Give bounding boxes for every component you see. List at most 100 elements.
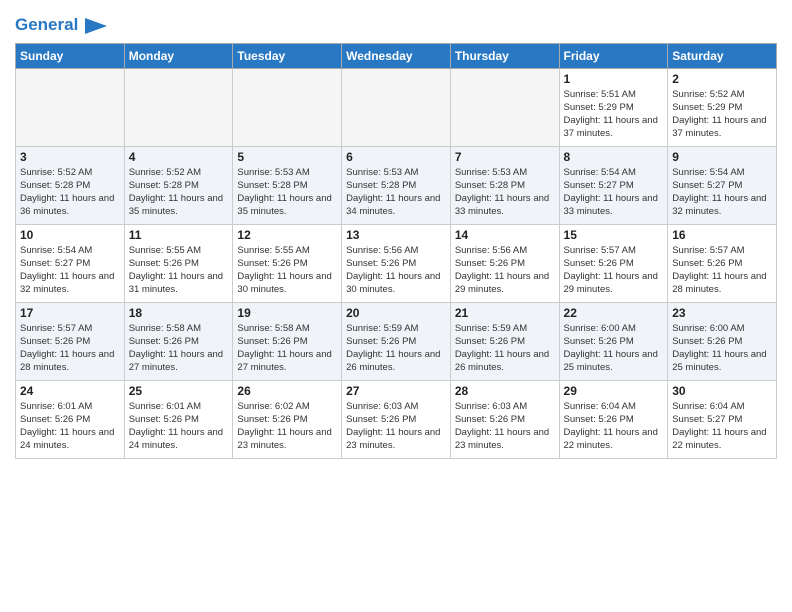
calendar-cell: 12 Sunrise: 5:55 AMSunset: 5:26 PMDayligh… <box>233 224 342 302</box>
day-info: Sunrise: 6:04 AMSunset: 5:27 PMDaylight:… <box>672 400 772 453</box>
day-info: Sunrise: 5:57 AMSunset: 5:26 PMDaylight:… <box>672 244 772 297</box>
day-number: 2 <box>672 72 772 86</box>
logo: General <box>15 15 107 35</box>
header-row: SundayMondayTuesdayWednesdayThursdayFrid… <box>16 43 777 68</box>
day-number: 15 <box>564 228 664 242</box>
day-info: Sunrise: 5:56 AMSunset: 5:26 PMDaylight:… <box>346 244 446 297</box>
calendar-cell: 26Sunrise: 6:02 AMSunset: 5:26 PMDayligh… <box>233 380 342 458</box>
day-info: Sunrise: 6:03 AMSunset: 5:26 PMDaylight:… <box>346 400 446 453</box>
day-info: Sunrise: 6:03 AMSunset: 5:26 PMDaylight:… <box>455 400 555 453</box>
calendar-cell: 8 Sunrise: 5:54 AMSunset: 5:27 PMDaylight… <box>559 146 668 224</box>
calendar-cell <box>124 68 233 146</box>
day-number: 29 <box>564 384 664 398</box>
calendar-cell: 21Sunrise: 5:59 AMSunset: 5:26 PMDayligh… <box>450 302 559 380</box>
day-info: Sunrise: 5:55 AMSunset: 5:26 PMDaylight:… <box>129 244 229 297</box>
day-number: 4 <box>129 150 229 164</box>
day-info: Sunrise: 6:00 AMSunset: 5:26 PMDaylight:… <box>672 322 772 375</box>
day-info: Sunrise: 5:57 AMSunset: 5:26 PMDaylight:… <box>564 244 664 297</box>
weekday-header-saturday: Saturday <box>668 43 777 68</box>
calendar-cell: 15 Sunrise: 5:57 AMSunset: 5:26 PMDayligh… <box>559 224 668 302</box>
day-number: 23 <box>672 306 772 320</box>
calendar-cell: 9 Sunrise: 5:54 AMSunset: 5:27 PMDaylight… <box>668 146 777 224</box>
day-number: 27 <box>346 384 446 398</box>
day-info: Sunrise: 5:59 AMSunset: 5:26 PMDaylight:… <box>346 322 446 375</box>
day-info: Sunrise: 5:54 AMSunset: 5:27 PMDaylight:… <box>672 166 772 219</box>
calendar-cell: 3 Sunrise: 5:52 AMSunset: 5:28 PMDaylight… <box>16 146 125 224</box>
week-row-5: 24 Sunrise: 6:01 AMSunset: 5:26 PMDayligh… <box>16 380 777 458</box>
day-number: 28 <box>455 384 555 398</box>
calendar-cell: 5Sunrise: 5:53 AMSunset: 5:28 PMDaylight… <box>233 146 342 224</box>
calendar-cell: 23 Sunrise: 6:00 AMSunset: 5:26 PMDayligh… <box>668 302 777 380</box>
day-number: 6 <box>346 150 446 164</box>
weekday-header-thursday: Thursday <box>450 43 559 68</box>
calendar-cell: 29 Sunrise: 6:04 AMSunset: 5:26 PMDayligh… <box>559 380 668 458</box>
calendar-cell: 17 Sunrise: 5:57 AMSunset: 5:26 PMDayligh… <box>16 302 125 380</box>
day-info: Sunrise: 5:53 AMSunset: 5:28 PMDaylight:… <box>455 166 555 219</box>
header: General <box>15 10 777 35</box>
week-row-4: 17 Sunrise: 5:57 AMSunset: 5:26 PMDayligh… <box>16 302 777 380</box>
day-info: Sunrise: 5:53 AMSunset: 5:28 PMDaylight:… <box>346 166 446 219</box>
calendar-cell: 10 Sunrise: 5:54 AMSunset: 5:27 PMDayligh… <box>16 224 125 302</box>
calendar-cell: 14 Sunrise: 5:56 AMSunset: 5:26 PMDayligh… <box>450 224 559 302</box>
calendar-cell: 27 Sunrise: 6:03 AMSunset: 5:26 PMDayligh… <box>342 380 451 458</box>
day-number: 18 <box>129 306 229 320</box>
day-info: Sunrise: 5:54 AMSunset: 5:27 PMDaylight:… <box>20 244 120 297</box>
day-info: Sunrise: 5:52 AMSunset: 5:29 PMDaylight:… <box>672 88 772 141</box>
calendar-cell: 2 Sunrise: 5:52 AMSunset: 5:29 PMDaylight… <box>668 68 777 146</box>
calendar-cell <box>342 68 451 146</box>
week-row-1: 1Sunrise: 5:51 AMSunset: 5:29 PMDaylight… <box>16 68 777 146</box>
calendar-cell: 1Sunrise: 5:51 AMSunset: 5:29 PMDaylight… <box>559 68 668 146</box>
week-row-2: 3 Sunrise: 5:52 AMSunset: 5:28 PMDaylight… <box>16 146 777 224</box>
day-info: Sunrise: 5:53 AMSunset: 5:28 PMDaylight:… <box>237 166 337 219</box>
calendar-cell: 25Sunrise: 6:01 AMSunset: 5:26 PMDayligh… <box>124 380 233 458</box>
calendar-cell: 28 Sunrise: 6:03 AMSunset: 5:26 PMDayligh… <box>450 380 559 458</box>
weekday-header-friday: Friday <box>559 43 668 68</box>
day-number: 7 <box>455 150 555 164</box>
day-number: 1 <box>564 72 664 86</box>
day-number: 13 <box>346 228 446 242</box>
weekday-header-tuesday: Tuesday <box>233 43 342 68</box>
day-info: Sunrise: 5:58 AMSunset: 5:26 PMDaylight:… <box>237 322 337 375</box>
day-info: Sunrise: 5:55 AMSunset: 5:26 PMDaylight:… <box>237 244 337 297</box>
day-number: 14 <box>455 228 555 242</box>
day-info: Sunrise: 5:56 AMSunset: 5:26 PMDaylight:… <box>455 244 555 297</box>
calendar-cell: 11 Sunrise: 5:55 AMSunset: 5:26 PMDayligh… <box>124 224 233 302</box>
day-info: Sunrise: 6:02 AMSunset: 5:26 PMDaylight:… <box>237 400 337 453</box>
day-number: 20 <box>346 306 446 320</box>
weekday-header-monday: Monday <box>124 43 233 68</box>
calendar-cell: 6 Sunrise: 5:53 AMSunset: 5:28 PMDaylight… <box>342 146 451 224</box>
day-number: 30 <box>672 384 772 398</box>
day-number: 9 <box>672 150 772 164</box>
day-number: 11 <box>129 228 229 242</box>
week-row-3: 10 Sunrise: 5:54 AMSunset: 5:27 PMDayligh… <box>16 224 777 302</box>
day-info: Sunrise: 5:52 AMSunset: 5:28 PMDaylight:… <box>20 166 120 219</box>
calendar-cell: 19Sunrise: 5:58 AMSunset: 5:26 PMDayligh… <box>233 302 342 380</box>
day-info: Sunrise: 6:00 AMSunset: 5:26 PMDaylight:… <box>564 322 664 375</box>
day-number: 12 <box>237 228 337 242</box>
day-number: 17 <box>20 306 120 320</box>
day-info: Sunrise: 5:52 AMSunset: 5:28 PMDaylight:… <box>129 166 229 219</box>
calendar-cell: 22 Sunrise: 6:00 AMSunset: 5:26 PMDayligh… <box>559 302 668 380</box>
logo-arrow-icon <box>85 18 107 34</box>
calendar-cell: 24 Sunrise: 6:01 AMSunset: 5:26 PMDayligh… <box>16 380 125 458</box>
weekday-header-wednesday: Wednesday <box>342 43 451 68</box>
day-info: Sunrise: 5:54 AMSunset: 5:27 PMDaylight:… <box>564 166 664 219</box>
calendar-cell: 16 Sunrise: 5:57 AMSunset: 5:26 PMDayligh… <box>668 224 777 302</box>
calendar-table: SundayMondayTuesdayWednesdayThursdayFrid… <box>15 43 777 459</box>
day-number: 10 <box>20 228 120 242</box>
day-info: Sunrise: 5:58 AMSunset: 5:26 PMDaylight:… <box>129 322 229 375</box>
calendar-cell: 20 Sunrise: 5:59 AMSunset: 5:26 PMDayligh… <box>342 302 451 380</box>
calendar-cell: 13 Sunrise: 5:56 AMSunset: 5:26 PMDayligh… <box>342 224 451 302</box>
calendar-cell: 4 Sunrise: 5:52 AMSunset: 5:28 PMDaylight… <box>124 146 233 224</box>
day-info: Sunrise: 6:01 AMSunset: 5:26 PMDaylight:… <box>20 400 120 453</box>
calendar-cell <box>233 68 342 146</box>
day-info: Sunrise: 6:04 AMSunset: 5:26 PMDaylight:… <box>564 400 664 453</box>
day-number: 21 <box>455 306 555 320</box>
day-info: Sunrise: 5:57 AMSunset: 5:26 PMDaylight:… <box>20 322 120 375</box>
day-number: 16 <box>672 228 772 242</box>
day-number: 3 <box>20 150 120 164</box>
day-number: 24 <box>20 384 120 398</box>
day-number: 8 <box>564 150 664 164</box>
day-number: 22 <box>564 306 664 320</box>
day-info: Sunrise: 6:01 AMSunset: 5:26 PMDaylight:… <box>129 400 229 453</box>
